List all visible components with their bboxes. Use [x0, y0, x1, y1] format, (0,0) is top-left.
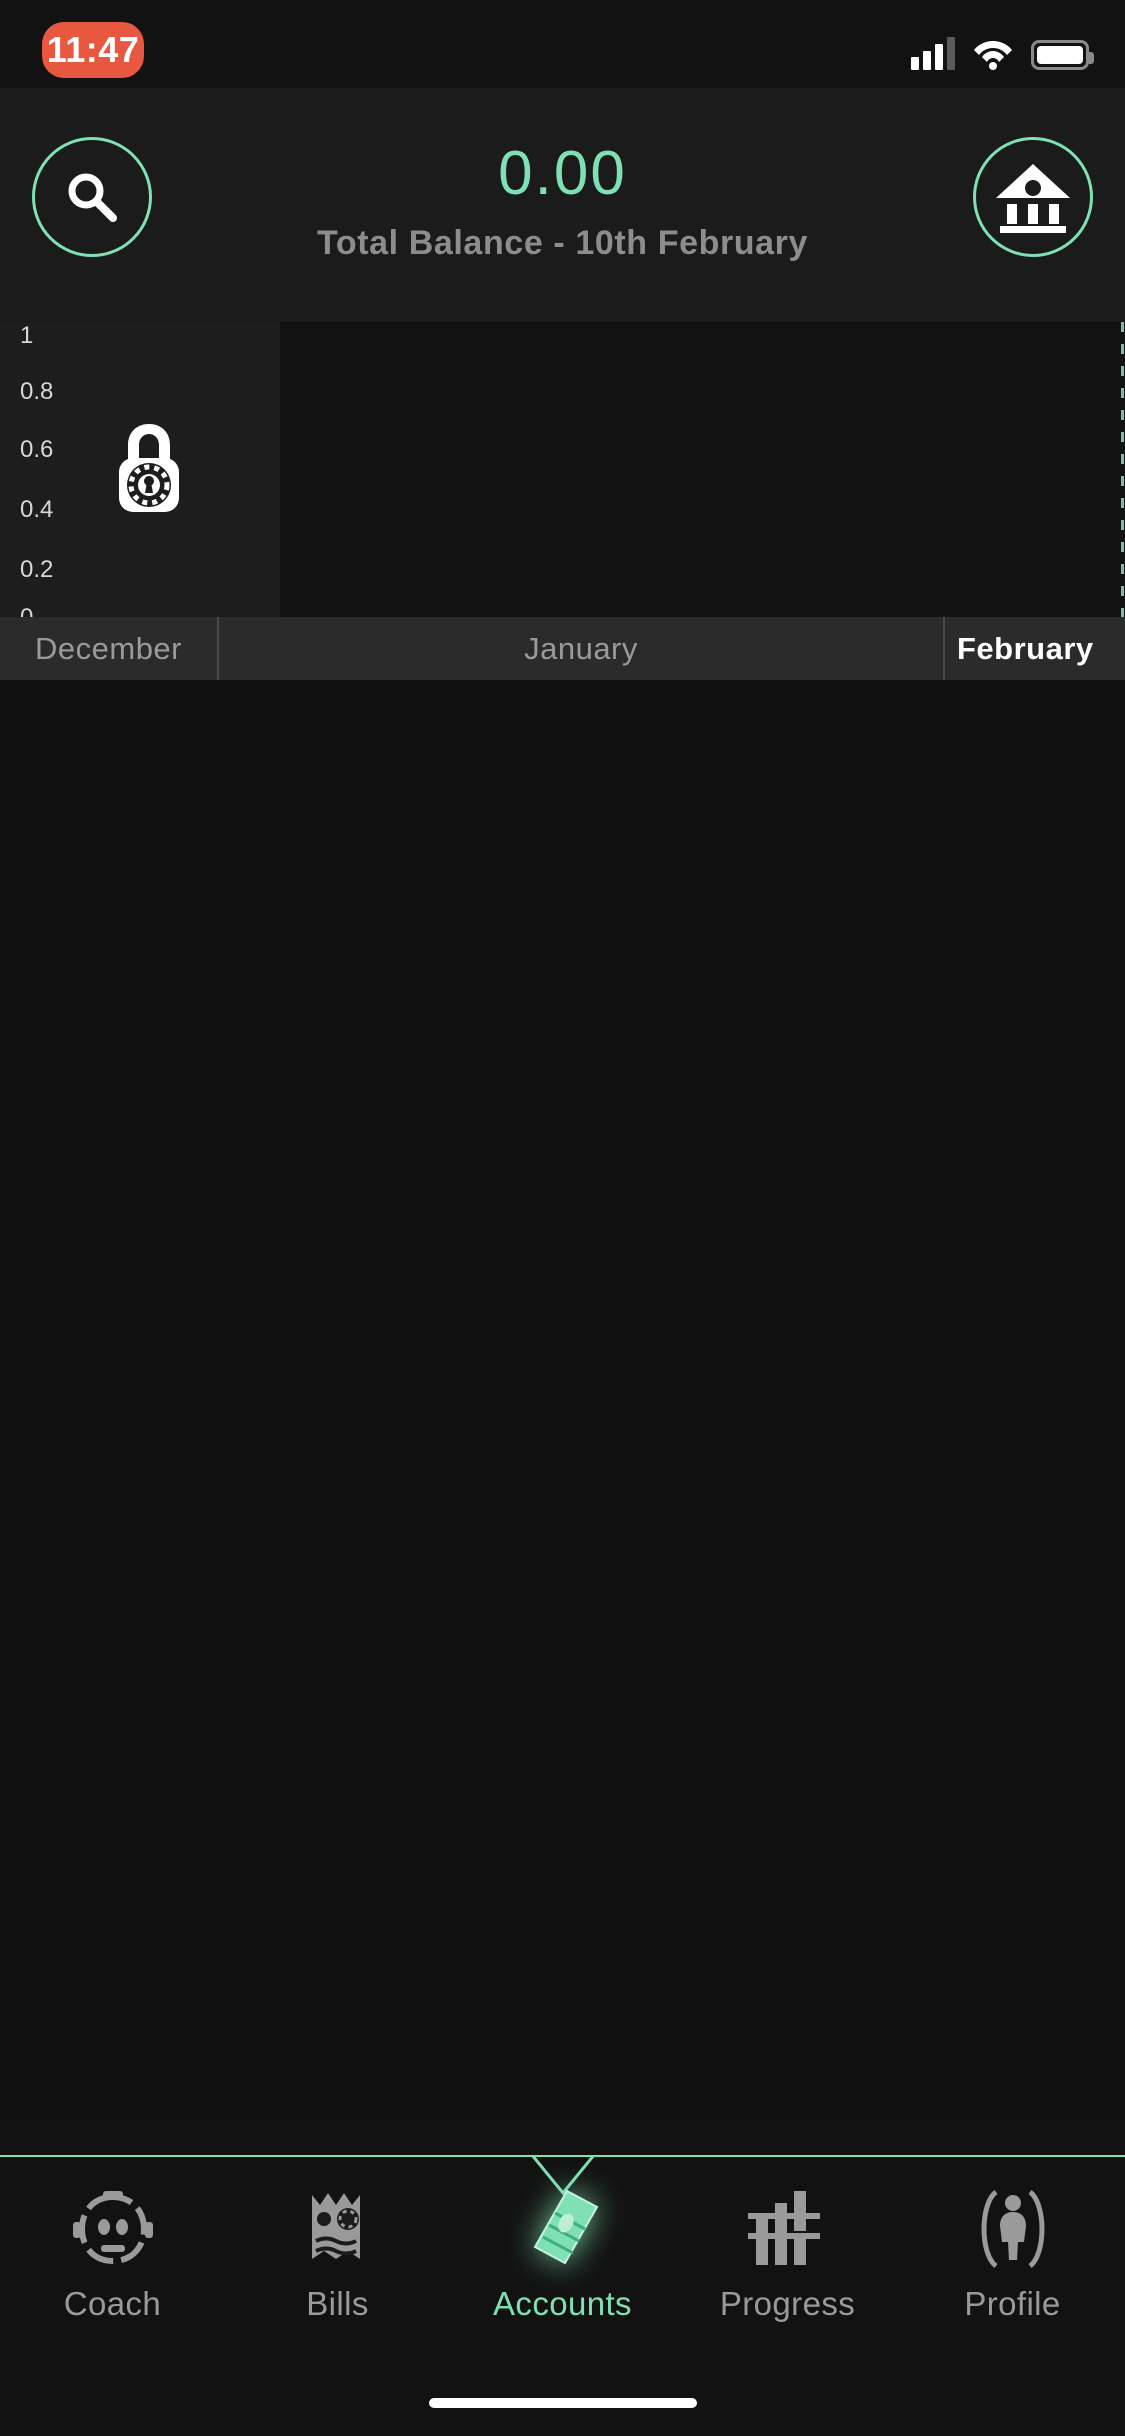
padlock-icon: [119, 424, 179, 512]
month-tab-december[interactable]: December: [0, 617, 219, 680]
app-header: 0.00 Total Balance - 10th February: [0, 89, 1125, 322]
nav-label-coach: Coach: [63, 2285, 162, 2322]
nav-item-bills[interactable]: Bills: [225, 2187, 450, 2323]
nav-item-progress[interactable]: Progress: [675, 2187, 900, 2323]
balance-chart[interactable]: 1 0.8 0.6 0.4 0.2 0: [0, 322, 1125, 617]
nav-label-progress: Progress: [719, 2285, 856, 2322]
month-tab-january[interactable]: January: [219, 617, 945, 680]
chart-locked-indicator: [118, 422, 180, 519]
app-screen: 11:47 0.00 Total Balance - 10th February: [0, 0, 1125, 2436]
cellular-signal-icon: [911, 36, 955, 70]
nav-label-bills: Bills: [306, 2285, 369, 2322]
nav-label-accounts: Accounts: [493, 2285, 632, 2322]
chart-current-marker: [1121, 322, 1124, 617]
nav-item-profile[interactable]: Profile: [900, 2187, 1125, 2323]
balance-block: 0.00 Total Balance - 10th February: [0, 141, 1125, 263]
month-selector[interactable]: December January February: [0, 617, 1125, 680]
content-area: [0, 680, 1125, 2117]
bar-chart-icon: [747, 2187, 828, 2271]
total-balance-amount: 0.00: [498, 139, 627, 208]
status-bar: 11:47: [0, 0, 1125, 88]
nav-item-accounts[interactable]: Accounts: [450, 2187, 675, 2323]
y-tick-label: 0: [20, 604, 33, 617]
bank-icon: [996, 164, 1070, 233]
y-tick-label: 0.4: [20, 496, 54, 523]
robot-head-icon: [72, 2187, 154, 2271]
y-tick-label: 1: [20, 322, 34, 349]
nav-items: Coach Bills Accounts Progress Profile: [0, 2187, 1125, 2323]
total-balance-label: Total Balance - 10th February: [316, 224, 808, 263]
status-time: 11:47: [42, 22, 144, 78]
nav-item-coach[interactable]: Coach: [0, 2187, 225, 2323]
person-icon: [972, 2187, 1054, 2271]
month-tab-february[interactable]: February: [945, 617, 1125, 680]
invoice-icon: [300, 2187, 376, 2271]
money-stack-icon: [521, 2187, 605, 2271]
battery-icon: [1031, 40, 1094, 70]
chart-y-axis-panel: 1 0.8 0.6 0.4 0.2 0: [0, 322, 280, 617]
home-indicator[interactable]: [428, 2398, 697, 2408]
y-tick-label: 0.8: [20, 378, 54, 405]
wifi-icon: [974, 41, 1012, 70]
bottom-navigation: Coach Bills Accounts Progress Profile: [0, 2117, 1125, 2436]
y-tick-label: 0.6: [20, 436, 54, 463]
status-indicators: [911, 26, 1094, 70]
nav-label-profile: Profile: [964, 2285, 1061, 2322]
y-tick-label: 0.2: [20, 556, 54, 583]
bank-accounts-button[interactable]: [973, 137, 1093, 257]
